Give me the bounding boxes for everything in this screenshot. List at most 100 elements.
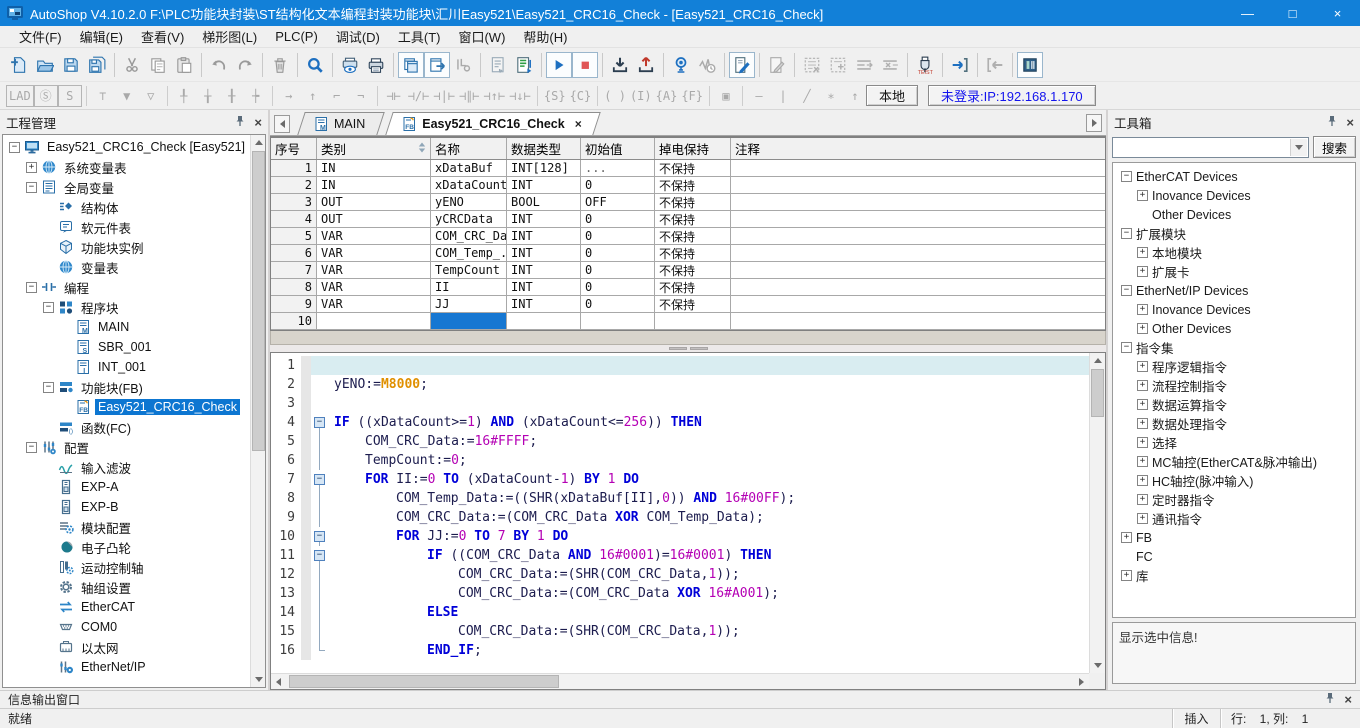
cell-no[interactable]: 7 bbox=[271, 262, 317, 278]
cell-comment[interactable] bbox=[731, 177, 1105, 193]
project-tree-item-19[interactable]: −模块配置 bbox=[3, 517, 250, 537]
expand-icon[interactable]: + bbox=[1137, 418, 1148, 429]
cell-init[interactable] bbox=[581, 313, 655, 329]
fold-collapse-icon[interactable]: − bbox=[311, 546, 328, 565]
cell-retain[interactable]: 不保持 bbox=[655, 211, 731, 227]
code-line-8[interactable]: 8COM_Temp_Data:=((SHR(xDataBuf[II],0)) A… bbox=[271, 489, 1089, 508]
menu-item-4[interactable]: PLC(P) bbox=[266, 27, 327, 46]
expand-icon[interactable]: + bbox=[1121, 570, 1132, 581]
collapse-icon[interactable]: − bbox=[43, 302, 54, 313]
expand-icon[interactable]: + bbox=[1137, 247, 1148, 258]
project-tree-item-2[interactable]: −全局变量 bbox=[3, 177, 250, 197]
project-tree-item-3[interactable]: −结构体 bbox=[3, 197, 250, 217]
cell-comment[interactable] bbox=[731, 194, 1105, 210]
cell-name[interactable]: TempCount bbox=[431, 262, 507, 278]
column-header-0[interactable]: 序号 bbox=[271, 138, 317, 159]
project-tree-item-16[interactable]: −输入滤波 bbox=[3, 457, 250, 477]
toolbox-tree-item-12[interactable]: +数据运算指令 bbox=[1119, 395, 1355, 414]
scroll-down-arrow[interactable] bbox=[251, 672, 266, 687]
cell-no[interactable]: 1 bbox=[271, 160, 317, 176]
cell-comment[interactable] bbox=[731, 160, 1105, 176]
project-tree-item-12[interactable]: −功能块(FB) bbox=[3, 377, 250, 397]
cell-no[interactable]: 4 bbox=[271, 211, 317, 227]
scroll-down-arrow[interactable] bbox=[1090, 658, 1105, 673]
cell-cls[interactable] bbox=[317, 313, 431, 329]
code-line-11[interactable]: 11−IF ((COM_CRC_Data AND 16#0001)=16#000… bbox=[271, 546, 1089, 565]
cell-retain[interactable]: 不保持 bbox=[655, 194, 731, 210]
code-line-5[interactable]: 5COM_CRC_Data:=16#FFFF; bbox=[271, 432, 1089, 451]
menu-item-5[interactable]: 调试(D) bbox=[327, 25, 389, 48]
project-tree-item-22[interactable]: −轴组设置 bbox=[3, 577, 250, 597]
run-button[interactable] bbox=[546, 52, 572, 78]
expand-icon[interactable]: + bbox=[1121, 532, 1132, 543]
column-header-1[interactable]: 类别 bbox=[317, 138, 431, 159]
cell-retain[interactable]: 不保持 bbox=[655, 262, 731, 278]
cell-name[interactable]: II bbox=[431, 279, 507, 295]
fold-collapse-icon[interactable]: − bbox=[311, 470, 328, 489]
project-tree-item-21[interactable]: −运动控制轴 bbox=[3, 557, 250, 577]
cell-retain[interactable]: 不保持 bbox=[655, 245, 731, 261]
scroll-right-arrow[interactable] bbox=[1074, 674, 1089, 689]
cell-init[interactable]: 0 bbox=[581, 228, 655, 244]
cell-cls[interactable]: OUT bbox=[317, 211, 431, 227]
code-line-4[interactable]: 4−IF ((xDataCount>=1) AND (xDataCount<=2… bbox=[271, 413, 1089, 432]
expand-icon[interactable]: + bbox=[1137, 399, 1148, 410]
cell-retain[interactable]: 不保持 bbox=[655, 160, 731, 176]
expand-icon[interactable]: + bbox=[1137, 456, 1148, 467]
device-memory-button[interactable] bbox=[1017, 52, 1043, 78]
code-line-16[interactable]: 16END_IF; bbox=[271, 641, 1089, 660]
project-tree-item-4[interactable]: −软元件表 bbox=[3, 217, 250, 237]
close-button[interactable]: × bbox=[1315, 0, 1360, 26]
expand-icon[interactable]: + bbox=[1137, 437, 1148, 448]
cell-no[interactable]: 6 bbox=[271, 245, 317, 261]
usb-test-button[interactable]: TE|ST bbox=[912, 52, 938, 78]
local-connection-button[interactable]: 本地 bbox=[866, 85, 918, 106]
minimize-button[interactable]: — bbox=[1225, 0, 1270, 26]
cell-comment[interactable] bbox=[731, 211, 1105, 227]
code-line-15[interactable]: 15COM_CRC_Data:=(SHR(COM_CRC_Data,1)); bbox=[271, 622, 1089, 641]
new-project-button[interactable] bbox=[6, 52, 32, 78]
cell-type[interactable] bbox=[507, 313, 581, 329]
expand-icon[interactable]: + bbox=[1137, 475, 1148, 486]
cell-name[interactable]: yCRCData bbox=[431, 211, 507, 227]
login-button[interactable] bbox=[947, 52, 973, 78]
maximize-button[interactable]: □ bbox=[1270, 0, 1315, 26]
menu-item-6[interactable]: 工具(T) bbox=[389, 25, 450, 48]
cell-name[interactable]: COM_CRC_Data bbox=[431, 228, 507, 244]
toolbox-tree-item-21[interactable]: +库 bbox=[1119, 566, 1355, 585]
project-tree-item-8[interactable]: −程序块 bbox=[3, 297, 250, 317]
column-header-2[interactable]: 名称 bbox=[431, 138, 507, 159]
code-line-1[interactable]: 1 bbox=[271, 356, 1089, 375]
fold-collapse-icon[interactable]: − bbox=[311, 527, 328, 546]
project-tree-item-14[interactable]: −()函数(FC) bbox=[3, 417, 250, 437]
project-tree-item-26[interactable]: −EtherNet/IP bbox=[3, 657, 250, 677]
collapse-icon[interactable]: − bbox=[26, 182, 37, 193]
code-line-3[interactable]: 3 bbox=[271, 394, 1089, 413]
toolbox-tree-item-16[interactable]: +HC轴控(脉冲输入) bbox=[1119, 471, 1355, 490]
cell-no[interactable]: 5 bbox=[271, 228, 317, 244]
code-line-6[interactable]: 6TempCount:=0; bbox=[271, 451, 1089, 470]
cell-retain[interactable]: 不保持 bbox=[655, 177, 731, 193]
expand-icon[interactable]: + bbox=[1137, 361, 1148, 372]
collapse-icon[interactable]: − bbox=[43, 382, 54, 393]
code-line-2[interactable]: 2yENO:=M8000; bbox=[271, 375, 1089, 394]
code-line-7[interactable]: 7−FOR II:=0 TO (xDataCount-1) BY 1 DO bbox=[271, 470, 1089, 489]
project-tree-item-11[interactable]: −IINT_001 bbox=[3, 357, 250, 377]
cell-type[interactable]: INT[128] bbox=[507, 160, 581, 176]
st-code-editor[interactable]: 12yENO:=M8000;34−IF ((xDataCount>=1) AND… bbox=[270, 352, 1106, 690]
toolbox-tree-item-20[interactable]: −FC bbox=[1119, 547, 1355, 566]
toolbox-tree-item-6[interactable]: −EtherNet/IP Devices bbox=[1119, 281, 1355, 300]
menu-item-1[interactable]: 编辑(E) bbox=[71, 25, 132, 48]
cell-type[interactable]: INT bbox=[507, 177, 581, 193]
cell-init[interactable]: 0 bbox=[581, 296, 655, 312]
print-button[interactable] bbox=[363, 52, 389, 78]
pin-icon[interactable] bbox=[234, 115, 246, 130]
variable-table-hscrollbar[interactable] bbox=[270, 331, 1106, 345]
expand-icon[interactable]: + bbox=[1137, 190, 1148, 201]
find-button[interactable] bbox=[302, 52, 328, 78]
tab-easy521-crc16-check[interactable]: FBEasy521_CRC16_Check× bbox=[389, 112, 597, 135]
collapse-icon[interactable]: − bbox=[1121, 228, 1132, 239]
cell-type[interactable]: INT bbox=[507, 245, 581, 261]
menu-item-2[interactable]: 查看(V) bbox=[132, 25, 193, 48]
cell-no[interactable]: 3 bbox=[271, 194, 317, 210]
